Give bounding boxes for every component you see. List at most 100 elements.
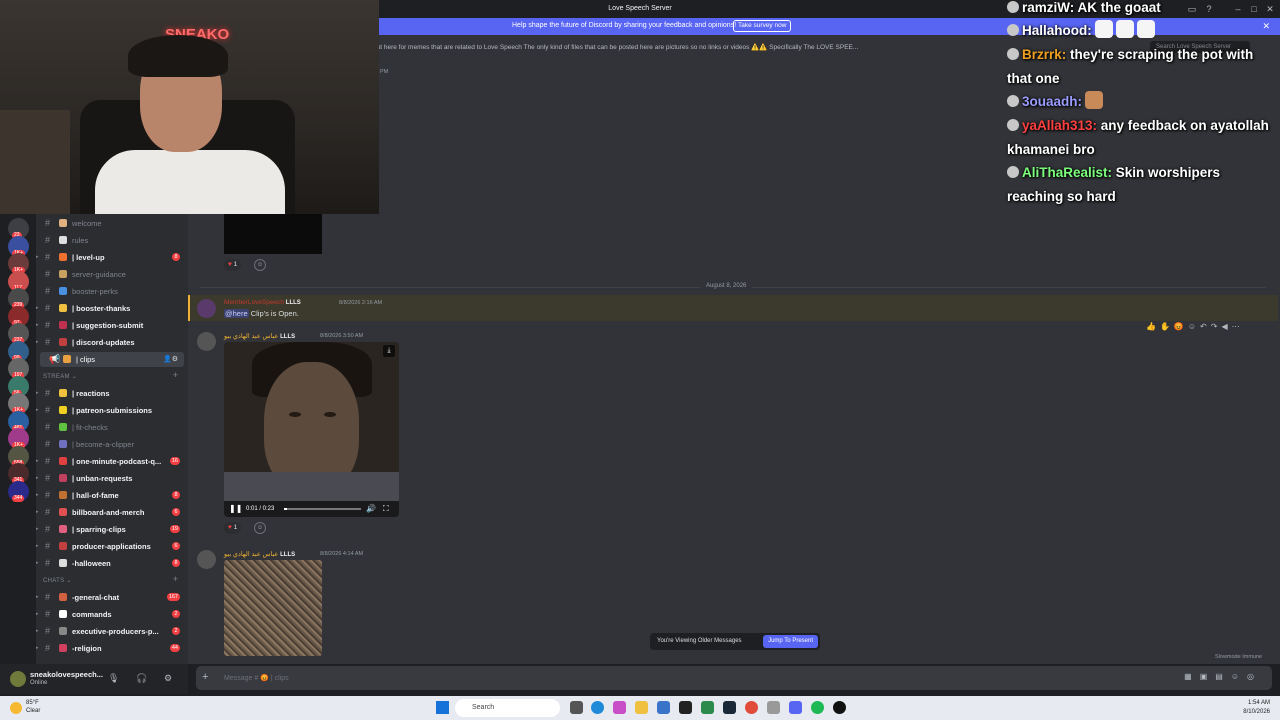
category-header[interactable]: CHATS ⌄ <box>43 577 72 584</box>
discord-icon[interactable] <box>789 701 802 714</box>
message-author[interactable]: عباس عبد الهادي بيو LLLS <box>224 332 295 340</box>
chat-badge-icon <box>1007 48 1019 60</box>
app-icon[interactable] <box>613 701 626 714</box>
heart-reaction[interactable]: ♥ 1 <box>224 522 242 534</box>
channel-item[interactable]: ▸ # | discord-updates <box>36 335 188 350</box>
app-icon[interactable] <box>767 701 780 714</box>
spotify-icon[interactable] <box>811 701 824 714</box>
take-survey-button[interactable]: Take survey now <box>733 20 792 32</box>
attachment-image[interactable] <box>224 560 322 656</box>
message-composer[interactable]: + Message # 😡 | clips ▦▣▤☺◎ <box>196 666 1272 690</box>
channel-item[interactable]: ▸ # | sparring-clips 19 <box>36 522 188 537</box>
channel-item[interactable]: ▸ # | patreon-submissions <box>36 403 188 418</box>
server-badge: 344 <box>12 494 25 502</box>
weather-widget[interactable]: 85°F Clear <box>26 699 40 715</box>
mention-badge: 2 <box>172 610 180 618</box>
channel-label: booster-perks <box>72 287 118 296</box>
avatar[interactable] <box>197 299 216 318</box>
avatar[interactable] <box>197 550 216 569</box>
app-icon[interactable] <box>701 701 714 714</box>
channel-item[interactable]: ▸ # | booster-thanks <box>36 301 188 316</box>
headphones-icon[interactable]: 🎧 <box>136 673 147 684</box>
channel-item[interactable]: ▸ # commands 2 <box>36 607 188 622</box>
hash-icon: # <box>45 609 51 619</box>
channel-item[interactable]: ▸ # executive-producers-p... 2 <box>36 624 188 639</box>
message-author[interactable]: MemberLoveSpeech LLLS <box>224 299 301 306</box>
channel-item[interactable]: ▸ # producer-applications 6 <box>36 539 188 554</box>
app-icon[interactable] <box>679 701 692 714</box>
create-channel-icon[interactable]: + <box>173 574 178 584</box>
steam-icon[interactable] <box>723 701 736 714</box>
channel-item[interactable]: # booster-perks <box>36 284 188 299</box>
channel-label: | reactions <box>72 389 110 398</box>
task-view-icon[interactable] <box>570 701 583 714</box>
mention-here[interactable]: @here <box>224 309 249 318</box>
channel-item[interactable]: ▸ # | unban-requests <box>36 471 188 486</box>
add-attachment-icon[interactable]: + <box>202 671 208 683</box>
composer-tools[interactable]: ▦▣▤☺◎ <box>1184 672 1262 681</box>
message-timestamp: 8/8/2026 3:50 AM <box>320 333 364 339</box>
reaction-count: 1 <box>233 261 238 268</box>
edge-icon[interactable] <box>591 701 604 714</box>
taskbar-search[interactable]: Search <box>455 699 560 717</box>
weather-icon[interactable] <box>10 702 22 714</box>
hash-icon: # <box>45 388 51 398</box>
unread-indicator: ▸ <box>36 458 39 464</box>
attachment-image[interactable] <box>224 214 322 254</box>
channel-item[interactable]: ▸ # | suggestion-submit <box>36 318 188 333</box>
clock[interactable]: 1:54 AM 8/10/2026 <box>1243 699 1270 717</box>
streamer-shirt <box>95 150 285 214</box>
obs-icon[interactable] <box>833 701 846 714</box>
channel-item[interactable]: # | fit-checks <box>36 420 188 435</box>
channel-item[interactable]: ▸ # | hall-of-fame 8 <box>36 488 188 503</box>
channel-item[interactable]: ▸ # -halloween 8 <box>36 556 188 571</box>
channel-settings-icon[interactable]: 👤⚙ <box>163 352 178 367</box>
channel-item[interactable]: # server-guidance <box>36 267 188 282</box>
channel-item[interactable]: ▸ # | one-minute-podcast-q... 16 <box>36 454 188 469</box>
microphone-icon[interactable]: 🎙 <box>108 673 119 684</box>
windows-start-icon[interactable] <box>436 701 449 714</box>
chat-text: AK the goaat <box>1074 0 1161 15</box>
avatar[interactable] <box>197 332 216 351</box>
avatar[interactable] <box>10 671 26 687</box>
channel-item[interactable]: # | become-a-clipper <box>36 437 188 452</box>
category-header[interactable]: STREAM ⌄ <box>43 373 77 380</box>
message-author[interactable]: عباس عبد الهادي بيو LLLS <box>224 550 295 558</box>
chat-badge-icon <box>1007 166 1019 178</box>
message-text: @here Clip's is Open. <box>224 309 299 318</box>
message-timestamp: 8/8/2026 2:16 AM <box>339 300 383 306</box>
add-reaction-icon[interactable]: ☺ <box>254 522 266 534</box>
channel-item[interactable]: 📢 | clips 👤⚙ <box>40 352 184 367</box>
older-messages-text: You're Viewing Older Messages <box>657 638 742 644</box>
chrome-icon[interactable] <box>745 701 758 714</box>
unread-indicator: ▸ <box>36 407 39 413</box>
channel-emoji-icon <box>59 236 67 244</box>
chat-emote-icon <box>1085 91 1104 109</box>
add-reaction-icon[interactable]: ☺ <box>254 259 266 271</box>
channel-item[interactable]: ▸ # -religion 44 <box>36 641 188 656</box>
channel-item[interactable]: ▸ # | level-up 8 <box>36 250 188 265</box>
channel-item[interactable]: # rules <box>36 233 188 248</box>
pause-icon[interactable]: ❚❚ <box>229 504 242 513</box>
gear-icon[interactable]: ⚙ <box>164 673 172 684</box>
fullscreen-icon[interactable]: ⛶ <box>383 504 389 514</box>
create-channel-icon[interactable]: + <box>173 370 178 380</box>
channel-item[interactable]: ▸ # | reactions <box>36 386 188 401</box>
screen: Love Speech Server ▭ ? – □ ✕ Help shape … <box>0 0 1280 720</box>
earlier-timestamp: PM <box>380 69 389 75</box>
download-icon[interactable]: ⤓ <box>383 345 395 357</box>
volume-icon[interactable]: 🔊 <box>366 504 376 513</box>
channel-item[interactable]: ▸ # billboard-and-merch 6 <box>36 505 188 520</box>
jump-to-present-button[interactable]: Jump To Present <box>763 635 818 648</box>
heart-reaction[interactable]: ♥ 1 <box>224 259 242 271</box>
message-actions[interactable]: 👍✋😡☺↶↷◀⋯ <box>1146 322 1244 336</box>
mention-badge: 19 <box>169 525 180 533</box>
unread-indicator: ▸ <box>36 509 39 515</box>
channel-item[interactable]: # welcome <box>36 216 188 231</box>
video-progress[interactable] <box>284 508 361 510</box>
video-player[interactable]: ⤓ ❚❚ 0:01 / 0:23 🔊 ⛶ <box>224 342 399 517</box>
store-icon[interactable] <box>657 701 670 714</box>
file-explorer-icon[interactable] <box>635 701 648 714</box>
chat-username: 3ouaadh: <box>1022 94 1083 109</box>
channel-item[interactable]: ▸ # -general-chat 167 <box>36 590 188 605</box>
